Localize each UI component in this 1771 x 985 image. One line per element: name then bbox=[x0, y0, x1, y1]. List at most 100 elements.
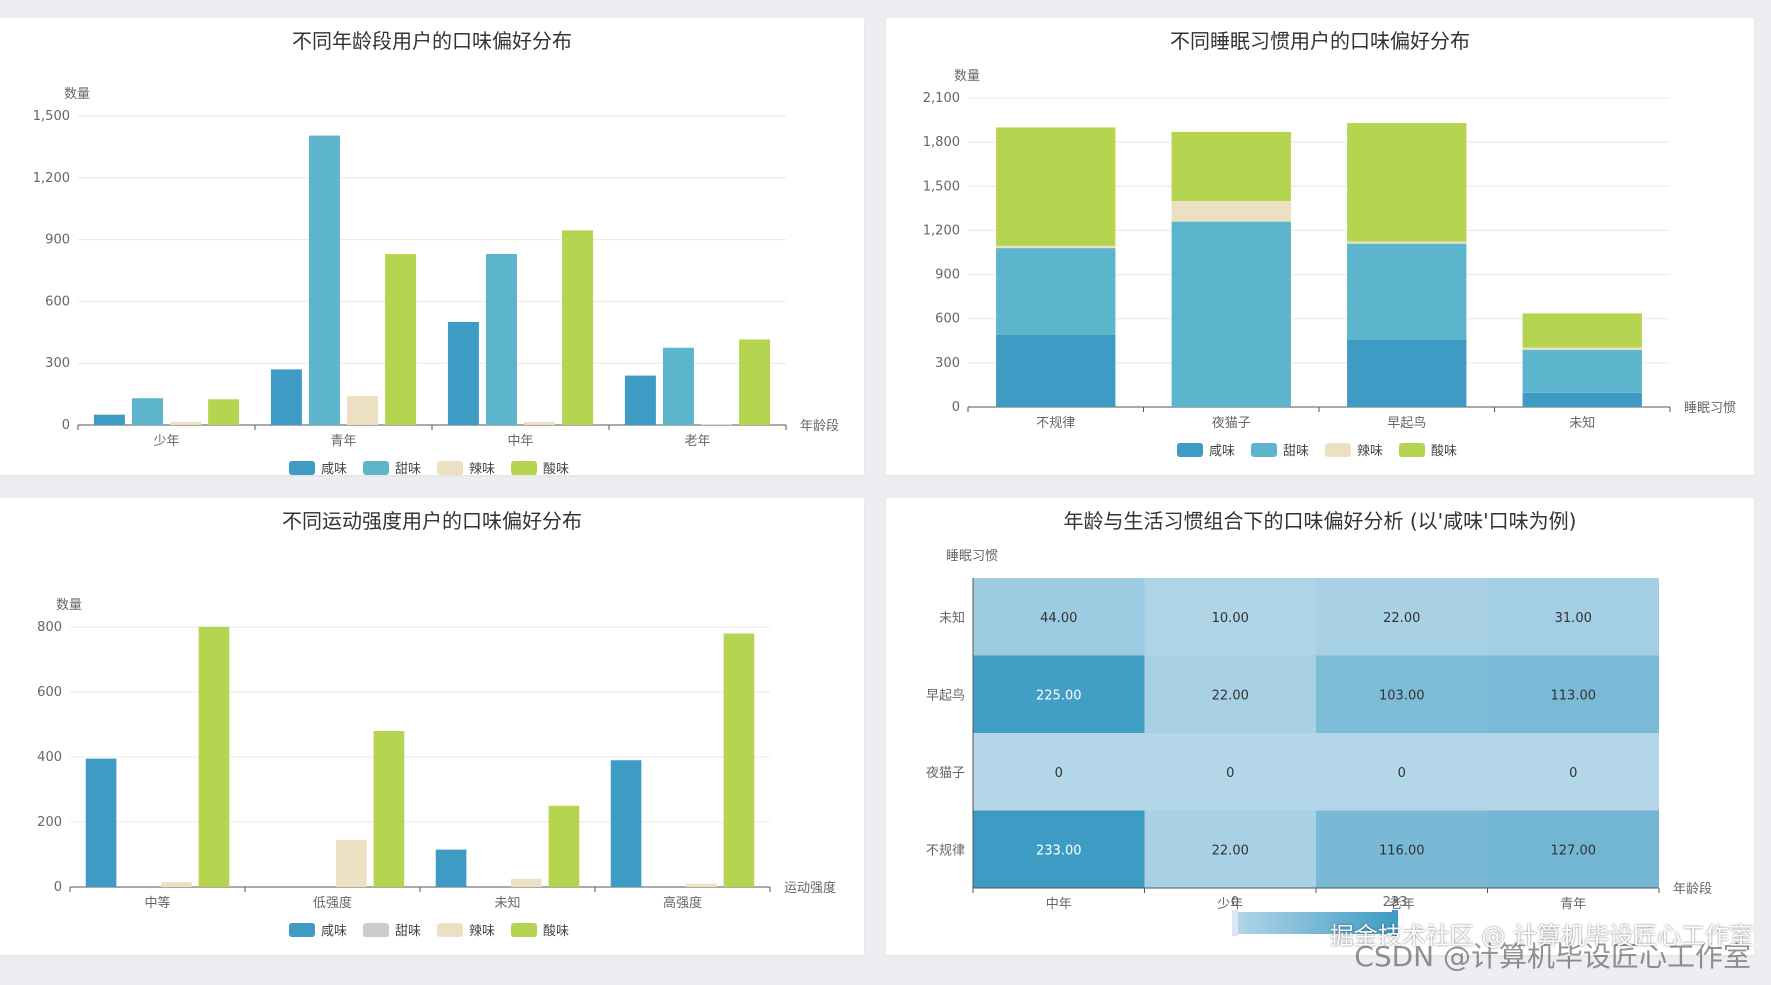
legend-item-spicy[interactable]: 辣味 bbox=[469, 462, 495, 475]
bar-sweet bbox=[1522, 349, 1642, 393]
bar-spicy bbox=[686, 883, 717, 887]
legend-swatch-salty[interactable] bbox=[289, 923, 315, 937]
heatmap-cell-label: 44.00 bbox=[1040, 611, 1077, 626]
bar-salty bbox=[435, 849, 467, 887]
legend-item-spicy[interactable]: 辣味 bbox=[1357, 444, 1383, 459]
legend-swatch-sweet[interactable] bbox=[363, 461, 389, 475]
heatmap-cell-label: 0 bbox=[1398, 766, 1406, 781]
bar-spicy bbox=[996, 245, 1116, 249]
y-tick-label: 不规律 bbox=[926, 843, 965, 858]
visual-map-max-label: 233 bbox=[1383, 895, 1408, 910]
visual-map-handle-min[interactable] bbox=[1232, 910, 1238, 936]
chart-title: 不同睡眠习惯用户的口味偏好分布 bbox=[1170, 29, 1470, 53]
visual-map-min-label: 0 bbox=[1231, 895, 1239, 910]
y-tick-label: 1,500 bbox=[923, 179, 960, 194]
bar-spicy bbox=[336, 839, 367, 887]
bar-sour bbox=[385, 254, 417, 425]
y-tick-label: 0 bbox=[54, 880, 62, 895]
bar-salty bbox=[996, 334, 1116, 407]
x-tick-label: 老年 bbox=[684, 434, 710, 449]
x-tick-label: 未知 bbox=[494, 895, 520, 911]
y-axis-name: 数量 bbox=[64, 87, 90, 102]
bar-salty bbox=[1522, 392, 1642, 407]
bar-sour bbox=[1522, 313, 1642, 348]
bar-spicy bbox=[161, 882, 192, 887]
y-tick-label: 1,500 bbox=[33, 109, 70, 124]
bar-salty bbox=[447, 322, 479, 425]
heatmap-cell-label: 127.00 bbox=[1551, 843, 1597, 858]
x-tick-label: 低强度 bbox=[313, 895, 352, 911]
bar-spicy bbox=[1347, 241, 1467, 244]
legend-swatch-salty[interactable] bbox=[1177, 443, 1203, 457]
heatmap-cell-label: 0 bbox=[1226, 766, 1234, 781]
y-tick-label: 1,800 bbox=[923, 135, 960, 150]
legend-swatch-sweet[interactable] bbox=[363, 923, 389, 937]
x-tick-label: 少年 bbox=[153, 434, 179, 449]
x-tick-label: 中年 bbox=[1046, 897, 1072, 912]
bar-spicy bbox=[511, 878, 542, 887]
legend-item-sour[interactable]: 酸味 bbox=[543, 924, 569, 939]
legend-item-sweet[interactable]: 甜味 bbox=[1283, 443, 1309, 459]
bar-sweet bbox=[662, 347, 694, 425]
y-axis-name: 数量 bbox=[56, 598, 82, 613]
bar-sour bbox=[723, 633, 755, 887]
legend-swatch-spicy[interactable] bbox=[1325, 443, 1351, 457]
bar-salty bbox=[93, 414, 125, 425]
legend-swatch-sweet[interactable] bbox=[1251, 443, 1277, 457]
x-tick-label: 青年 bbox=[330, 434, 356, 449]
y-tick-label: 600 bbox=[935, 312, 960, 327]
chart-panel-sleep: 不同睡眠习惯用户的口味偏好分布 数量 0 300 600 900 1,200 1,500 1,8… bbox=[886, 18, 1754, 475]
heatmap-cell-label: 103.00 bbox=[1379, 688, 1425, 703]
bar-spicy bbox=[170, 421, 202, 425]
legend-swatch-sour[interactable] bbox=[1399, 443, 1425, 457]
x-tick-label: 青年 bbox=[1560, 897, 1586, 912]
bar-salty bbox=[610, 760, 642, 887]
bar-sour bbox=[996, 127, 1116, 246]
bar-sweet bbox=[996, 248, 1116, 335]
exercise-taste-chart: 不同运动强度用户的口味偏好分布数量 0 200 400 600 800 中等 低强度 未知 高强度… bbox=[37, 509, 836, 939]
bar-sweet bbox=[1171, 221, 1291, 407]
y-tick-label: 600 bbox=[37, 685, 62, 700]
heatmap-cell-label: 0 bbox=[1569, 766, 1577, 781]
heatmap-chart: 年龄与生活习惯组合下的口味偏好分析 (以'咸味'口味为例) 睡眠习惯 44.00 10… bbox=[926, 509, 1712, 936]
y-tick-label: 0 bbox=[62, 418, 70, 433]
legend-swatch-salty[interactable] bbox=[289, 461, 315, 475]
legend-item-sour[interactable]: 酸味 bbox=[543, 462, 569, 475]
legend-item-salty[interactable]: 咸味 bbox=[321, 462, 347, 475]
x-tick-label: 不规律 bbox=[1036, 416, 1075, 431]
x-tick-label: 未知 bbox=[1569, 415, 1595, 431]
legend-item-salty[interactable]: 咸味 bbox=[321, 924, 347, 939]
heatmap-cell-label: 116.00 bbox=[1379, 843, 1425, 858]
legend-swatch-spicy[interactable] bbox=[437, 923, 463, 937]
bar-sour bbox=[1347, 123, 1467, 242]
x-tick-label: 早起鸟 bbox=[1387, 415, 1426, 431]
legend-item-sour[interactable]: 酸味 bbox=[1431, 444, 1457, 459]
bar-spicy bbox=[347, 396, 379, 425]
legend-swatch-sour[interactable] bbox=[511, 461, 537, 475]
bar-spicy bbox=[524, 421, 556, 425]
bar-sour bbox=[548, 805, 580, 887]
heatmap-cell-label: 10.00 bbox=[1212, 611, 1249, 626]
legend-swatch-sour[interactable] bbox=[511, 923, 537, 937]
bar-spicy bbox=[1171, 201, 1291, 222]
chart-panel-heatmap: 年龄与生活习惯组合下的口味偏好分析 (以'咸味'口味为例) 睡眠习惯 44.00 10… bbox=[886, 498, 1754, 955]
legend-swatch-spicy[interactable] bbox=[437, 461, 463, 475]
legend-item-salty[interactable]: 咸味 bbox=[1209, 444, 1235, 459]
bar-sweet bbox=[308, 135, 340, 425]
heatmap-cell-label: 233.00 bbox=[1036, 843, 1082, 858]
x-axis-name: 运动强度 bbox=[784, 880, 836, 896]
y-tick-label: 200 bbox=[37, 815, 62, 830]
y-tick-label: 1,200 bbox=[33, 171, 70, 186]
legend-item-spicy[interactable]: 辣味 bbox=[469, 924, 495, 939]
x-tick-label: 中年 bbox=[507, 434, 533, 449]
legend-item-sweet[interactable]: 甜味 bbox=[395, 461, 421, 475]
y-tick-label: 0 bbox=[952, 400, 960, 415]
legend-item-sweet[interactable]: 甜味 bbox=[395, 923, 421, 939]
bar-spicy bbox=[701, 423, 733, 425]
x-axis-name: 睡眠习惯 bbox=[1684, 400, 1736, 416]
heatmap-cell-label: 22.00 bbox=[1212, 843, 1249, 858]
bar-salty bbox=[85, 758, 117, 887]
bar-sweet bbox=[1347, 243, 1467, 340]
chart-title: 不同年龄段用户的口味偏好分布 bbox=[292, 29, 572, 53]
bar-sweet bbox=[485, 254, 517, 425]
